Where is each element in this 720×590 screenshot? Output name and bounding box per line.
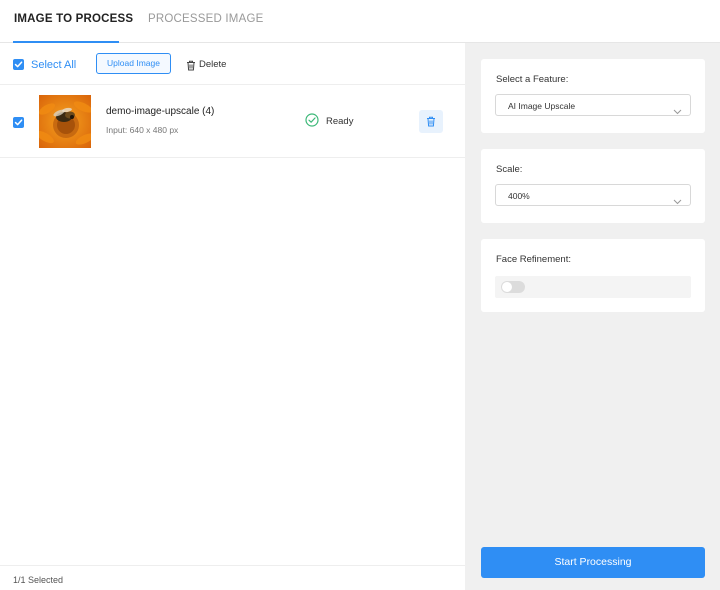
settings-panel: Select a Feature: AI Image Upscale Scale…	[465, 43, 720, 590]
face-refinement-toggle[interactable]	[501, 281, 525, 293]
image-row[interactable]: demo-image-upscale (4) Input: 640 x 480 …	[0, 85, 465, 158]
check-circle-icon	[305, 113, 319, 132]
selection-footer: 1/1 Selected	[0, 565, 465, 590]
image-dimensions: Input: 640 x 480 px	[106, 125, 179, 135]
image-row-checkbox[interactable]	[13, 117, 24, 128]
tab-processed-image[interactable]: PROCESSED IMAGE	[148, 13, 263, 25]
face-refinement-label: Face Refinement:	[496, 254, 571, 265]
select-all-checkbox[interactable]	[13, 59, 24, 70]
status-label: Ready	[326, 116, 354, 127]
selected-count: 1/1 Selected	[13, 575, 64, 585]
scale-select[interactable]: 400%	[495, 184, 691, 206]
delete-label: Delete	[199, 59, 227, 70]
upload-image-button[interactable]: Upload Image	[96, 53, 171, 74]
select-all-label[interactable]: Select All	[31, 59, 76, 71]
scale-value: 400%	[508, 191, 530, 201]
tab-bar: IMAGE TO PROCESS PROCESSED IMAGE	[0, 0, 720, 43]
trash-icon	[186, 58, 196, 76]
face-refinement-card: Face Refinement:	[481, 239, 705, 312]
chevron-down-icon	[673, 102, 682, 120]
face-refinement-row	[495, 276, 691, 298]
scale-label: Scale:	[496, 164, 523, 175]
feature-select[interactable]: AI Image Upscale	[495, 94, 691, 116]
feature-card: Select a Feature: AI Image Upscale	[481, 59, 705, 133]
toggle-knob	[502, 282, 512, 292]
feature-value: AI Image Upscale	[508, 101, 576, 111]
image-thumbnail	[39, 95, 91, 148]
scale-card: Scale: 400%	[481, 149, 705, 223]
tab-image-to-process[interactable]: IMAGE TO PROCESS	[14, 13, 133, 25]
row-delete-button[interactable]	[419, 110, 443, 133]
list-toolbar: Select All Upload Image Delete	[0, 43, 465, 85]
chevron-down-icon	[673, 192, 682, 210]
image-list-panel: Select All Upload Image Delete demo-imag…	[0, 43, 465, 590]
start-processing-button[interactable]: Start Processing	[481, 547, 705, 578]
feature-label: Select a Feature:	[496, 74, 569, 85]
image-filename: demo-image-upscale (4)	[106, 106, 215, 117]
